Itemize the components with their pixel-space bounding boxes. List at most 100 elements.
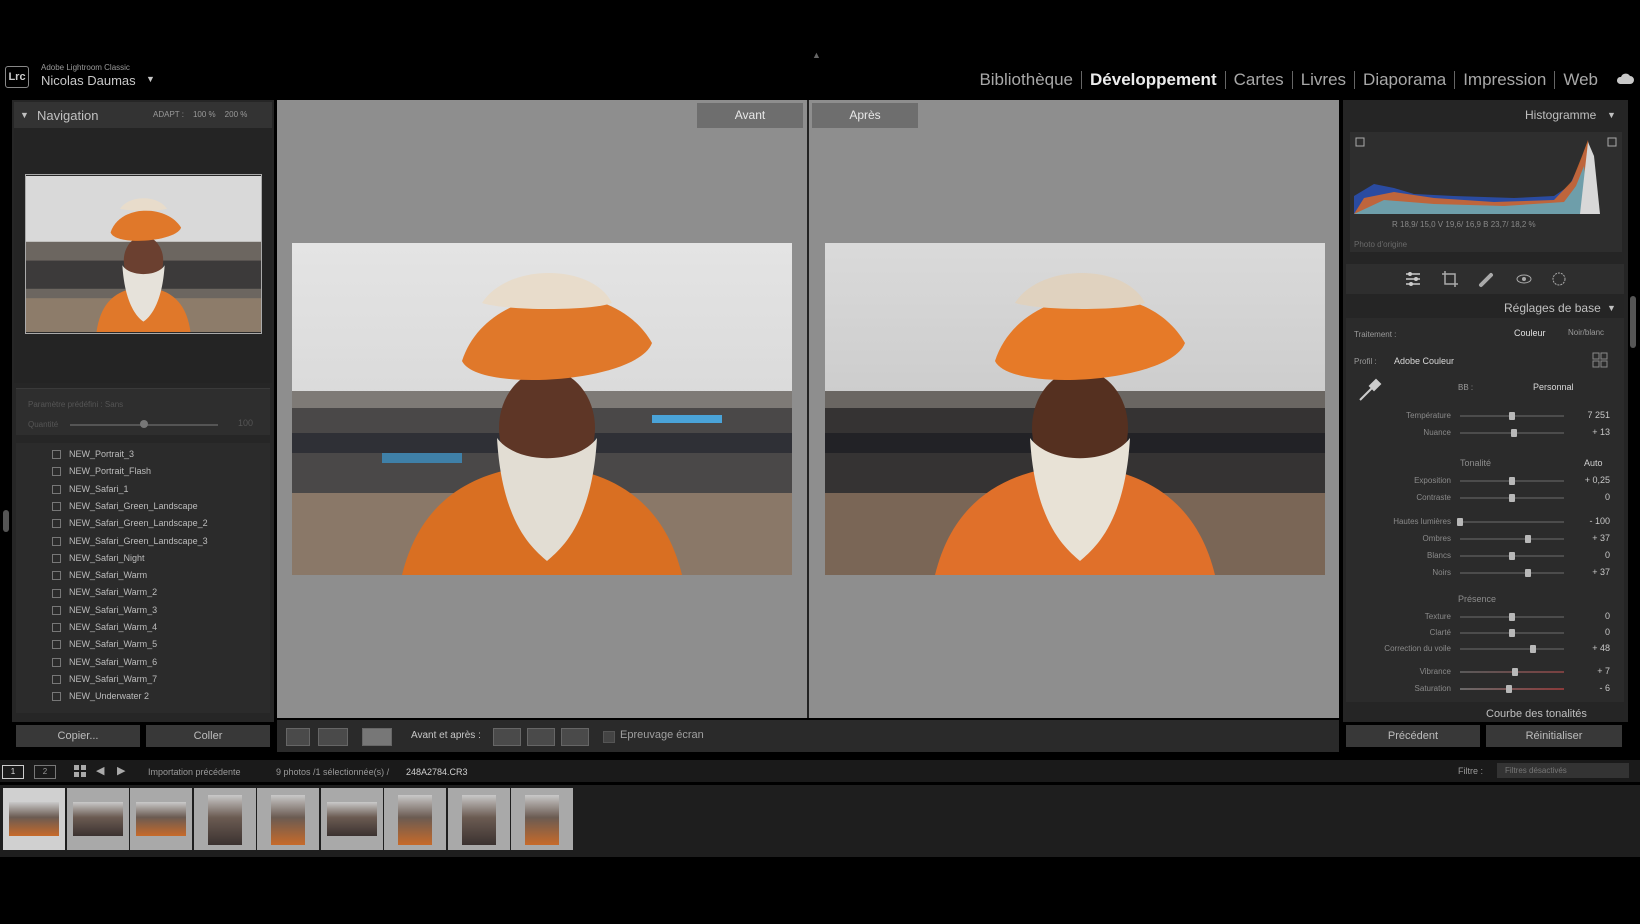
preset-item[interactable]: NEW_Safari_Green_Landscape_2 <box>52 518 208 529</box>
reset-button[interactable]: Réinitialiser <box>1486 725 1622 747</box>
slider-knob[interactable] <box>1505 685 1512 693</box>
navigator-preview[interactable] <box>25 174 262 334</box>
preset-item[interactable]: NEW_Safari_Warm <box>52 570 147 581</box>
slider-track[interactable] <box>1460 572 1564 574</box>
soft-proofing-checkbox[interactable] <box>603 731 615 743</box>
slider-value[interactable]: + 13 <box>1580 427 1610 437</box>
treatment-bw[interactable]: Noir/blanc <box>1568 328 1604 337</box>
copy-after-to-before-button[interactable] <box>527 728 555 746</box>
slider-value[interactable]: 7 251 <box>1580 410 1610 420</box>
slider-track[interactable] <box>1460 538 1564 540</box>
zoom-200[interactable]: 200 % <box>225 110 248 119</box>
filter-select[interactable]: Filtres désactivés <box>1497 763 1629 778</box>
slider-value[interactable]: + 7 <box>1580 666 1610 676</box>
module-map[interactable]: Cartes <box>1226 71 1293 89</box>
cloud-icon[interactable] <box>1616 73 1634 85</box>
slider-knob[interactable] <box>1524 569 1531 577</box>
preset-item[interactable]: NEW_Safari_Warm_3 <box>52 605 157 615</box>
loupe-view-button[interactable] <box>286 728 310 746</box>
slider-track[interactable] <box>1460 648 1564 650</box>
collapse-triangle-icon[interactable]: ▼ <box>20 110 29 120</box>
slider-value[interactable]: 0 <box>1580 550 1610 560</box>
zoom-fit[interactable]: ADAPT : <box>153 110 184 119</box>
module-develop[interactable]: Développement <box>1082 71 1226 89</box>
slider-value[interactable]: 0 <box>1580 627 1610 637</box>
preset-item[interactable]: NEW_Safari_Green_Landscape <box>52 501 198 512</box>
slider-value[interactable]: + 0,25 <box>1580 475 1610 485</box>
red-eye-icon[interactable] <box>1515 270 1533 288</box>
collapse-triangle-icon[interactable]: ▼ <box>1607 303 1616 313</box>
healing-brush-icon[interactable] <box>1478 270 1496 288</box>
preset-item[interactable]: NEW_Underwater 2 <box>52 691 149 702</box>
sliders-icon[interactable] <box>1404 270 1422 288</box>
grid-view-icon[interactable] <box>73 764 87 778</box>
slider-value[interactable]: + 37 <box>1580 533 1610 543</box>
slider-knob[interactable] <box>1509 552 1515 560</box>
slider-knob[interactable] <box>1529 645 1536 653</box>
slider-knob[interactable] <box>1509 629 1515 637</box>
white-balance-eyedropper-icon[interactable] <box>1356 378 1382 404</box>
crop-icon[interactable] <box>1441 270 1459 288</box>
slider-value[interactable]: - 100 <box>1580 516 1610 526</box>
quantity-slider-knob[interactable] <box>140 420 148 428</box>
slider-track[interactable] <box>1460 521 1564 523</box>
slider-knob[interactable] <box>1512 668 1519 676</box>
after-photo[interactable] <box>825 243 1325 575</box>
slider-knob[interactable] <box>1509 613 1515 621</box>
copy-button[interactable]: Copier... <box>16 725 140 747</box>
slider-value[interactable]: - 6 <box>1580 683 1610 693</box>
slider-track[interactable] <box>1460 688 1564 690</box>
zoom-100[interactable]: 100 % <box>193 110 216 119</box>
module-print[interactable]: Impression <box>1455 71 1556 89</box>
filmstrip-filename[interactable]: 248A2784.CR3 <box>406 767 468 777</box>
slider-knob[interactable] <box>1524 535 1531 543</box>
preset-item[interactable]: NEW_Safari_1 <box>52 484 129 494</box>
slider-value[interactable]: + 48 <box>1580 643 1610 653</box>
left-scrollbar[interactable] <box>3 510 9 532</box>
slider-value[interactable]: 0 <box>1580 611 1610 621</box>
slider-value[interactable]: 0 <box>1580 492 1610 502</box>
slider-knob[interactable] <box>1511 429 1518 437</box>
screen-2-button[interactable]: 2 <box>34 765 56 779</box>
right-scrollbar[interactable] <box>1630 296 1636 348</box>
before-photo[interactable] <box>292 243 792 575</box>
tone-auto-button[interactable]: Auto <box>1584 458 1603 468</box>
preset-item[interactable]: NEW_Portrait_Flash <box>52 466 151 477</box>
preset-item[interactable]: NEW_Safari_Night <box>52 553 145 563</box>
masking-icon[interactable] <box>1550 270 1568 288</box>
tone-curve-title[interactable]: Courbe des tonalités <box>1486 708 1587 720</box>
chevron-down-icon[interactable]: ▼ <box>146 74 155 84</box>
module-book[interactable]: Livres <box>1293 71 1356 89</box>
before-after-split-button[interactable] <box>362 728 392 746</box>
previous-button[interactable]: Précédent <box>1346 725 1480 747</box>
slider-value[interactable]: + 37 <box>1580 567 1610 577</box>
module-library[interactable]: Bibliothèque <box>971 71 1083 89</box>
preset-item[interactable]: NEW_Safari_Warm_6 <box>52 657 157 667</box>
profile-select[interactable]: Adobe Couleur <box>1394 356 1454 366</box>
profile-browser-icon[interactable] <box>1592 352 1608 368</box>
preset-item[interactable]: NEW_Portrait_3 <box>52 449 134 460</box>
preset-item[interactable]: NEW_Safari_Warm_2 <box>52 587 157 598</box>
module-slideshow[interactable]: Diaporama <box>1355 71 1456 89</box>
before-after-left-right-button[interactable] <box>318 728 348 746</box>
identity-plate[interactable]: Nicolas Daumas <box>41 73 136 88</box>
original-photo-checkbox[interactable]: Photo d'origine <box>1354 240 1407 249</box>
copy-before-to-after-button[interactable] <box>493 728 521 746</box>
collapse-top-arrow-icon[interactable]: ▲ <box>812 50 821 60</box>
back-arrow-icon[interactable]: ◀ <box>96 764 104 777</box>
paste-button[interactable]: Coller <box>146 725 270 747</box>
treatment-color[interactable]: Couleur <box>1514 328 1546 338</box>
preset-item[interactable]: NEW_Safari_Warm_5 <box>52 639 157 650</box>
slider-knob[interactable] <box>1509 494 1515 502</box>
preset-item[interactable]: NEW_Safari_Warm_7 <box>52 674 157 685</box>
forward-arrow-icon[interactable]: ▶ <box>117 764 125 777</box>
screen-1-button[interactable]: 1 <box>2 765 24 779</box>
slider-knob[interactable] <box>1457 518 1463 526</box>
slider-knob[interactable] <box>1509 412 1515 420</box>
preset-item[interactable]: NEW_Safari_Warm_4 <box>52 622 157 633</box>
wb-select[interactable]: Personnal <box>1533 382 1574 392</box>
filmstrip-source[interactable]: Importation précédente <box>148 767 241 777</box>
collapse-triangle-icon[interactable]: ▼ <box>1607 110 1616 120</box>
preset-item[interactable]: NEW_Safari_Green_Landscape_3 <box>52 536 208 546</box>
swap-before-after-button[interactable] <box>561 728 589 746</box>
